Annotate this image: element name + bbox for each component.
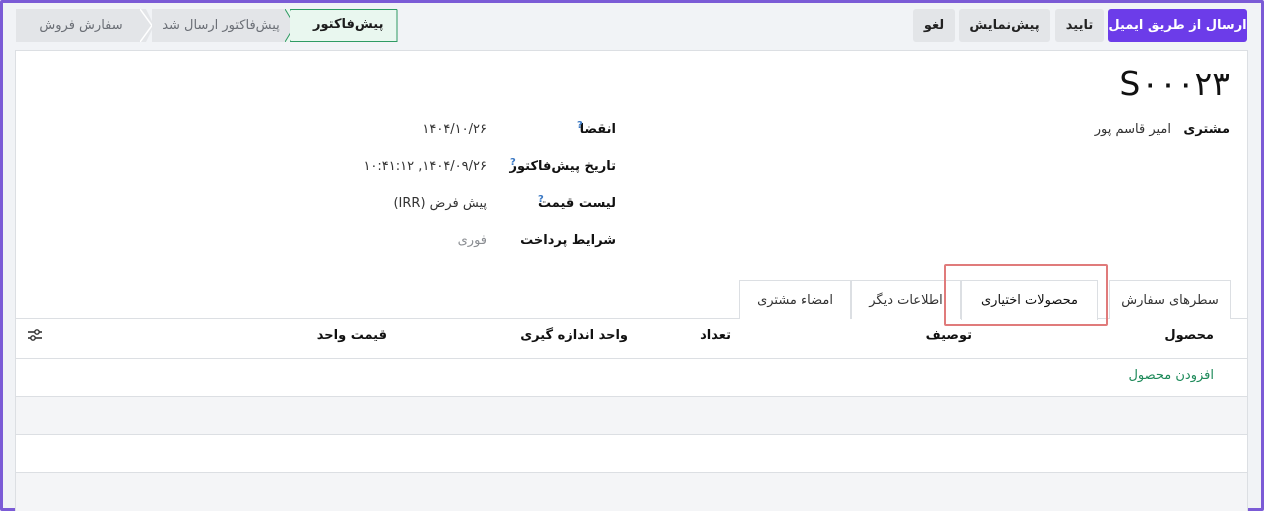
pricelist-help-icon[interactable]: ? — [538, 194, 544, 205]
table-row — [16, 434, 1247, 473]
pricelist-field[interactable]: پیش فرض (IRR) — [393, 196, 487, 211]
breadcrumb-current-border — [290, 9, 398, 42]
confirm-button[interactable]: تایید — [1055, 9, 1104, 42]
expiration-help-icon[interactable]: ? — [577, 120, 583, 131]
payment-terms-label: شرایط پرداخت — [520, 233, 616, 248]
quotation-date-label: تاریخ پیش‌فاکتور — [509, 159, 616, 174]
preview-button[interactable]: پیش‌نمایش — [959, 9, 1050, 42]
column-header-product[interactable]: محصول — [1164, 328, 1214, 343]
expiration-label: انقضا — [579, 122, 616, 137]
column-header-quantity[interactable]: تعداد — [700, 328, 731, 343]
table-row — [16, 472, 1247, 511]
cancel-button[interactable]: لغو — [913, 9, 955, 42]
highlight-box — [944, 264, 1108, 326]
quotation-date-help-icon[interactable]: ? — [510, 157, 516, 168]
tab-order-lines[interactable]: سطرهای سفارش — [1109, 280, 1231, 319]
column-header-uom[interactable]: واحد اندازه گیری — [520, 328, 628, 343]
customer-label: مشتری — [1183, 122, 1230, 137]
breadcrumb-item-quote-sent[interactable]: پیش‌فاکتور ارسال شد — [152, 9, 290, 42]
table-row — [16, 358, 1247, 397]
table-row — [16, 396, 1247, 435]
expiration-field[interactable]: ۱۴۰۴/۱۰/۲۶ — [422, 122, 487, 137]
column-header-unit-price[interactable]: قیمت واحد — [317, 328, 387, 343]
record-title: S۰۰۰۲۳ — [1119, 64, 1230, 103]
breadcrumb-item-sales-order[interactable]: سفارش فروش — [16, 9, 146, 42]
pricelist-label: لیست قیمت — [538, 196, 616, 211]
column-header-description[interactable]: توصیف — [926, 328, 972, 343]
quotation-date-field[interactable]: ۱۴۰۴/۰۹/۲۶, ۱۰:۴۱:۱۲ — [363, 159, 487, 174]
payment-terms-field[interactable]: فوری — [458, 233, 487, 248]
column-settings-icon[interactable] — [27, 328, 43, 342]
customer-field[interactable]: امیر قاسم پور — [1095, 122, 1171, 137]
add-product-link[interactable]: افزودن محصول — [1128, 368, 1214, 383]
send-by-email-button[interactable]: ارسال از طریق ایمیل — [1108, 9, 1247, 42]
tab-customer-signature[interactable]: امضاء مشتری — [739, 280, 851, 319]
